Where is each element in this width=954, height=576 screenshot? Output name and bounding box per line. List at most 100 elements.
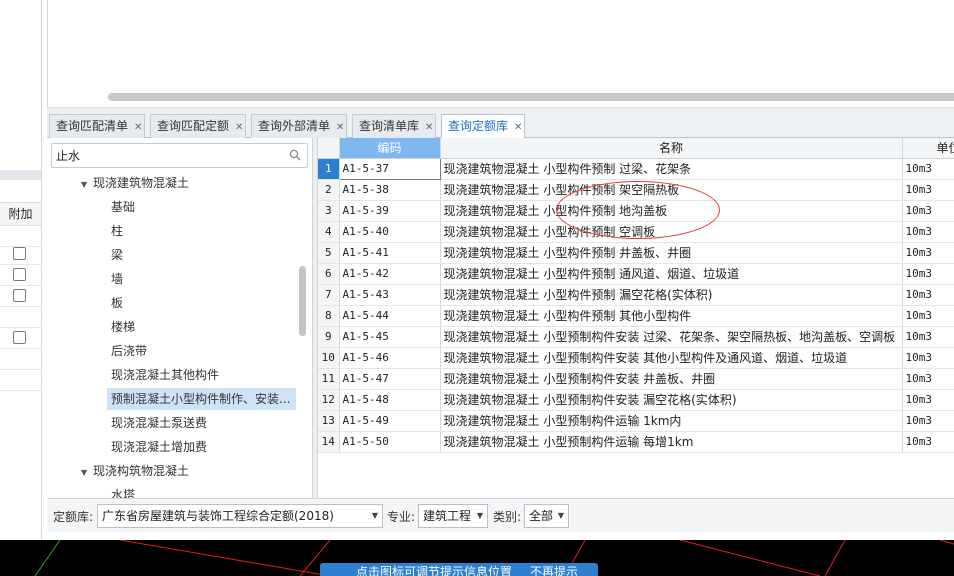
unit-column-header[interactable]: 单位 (902, 138, 954, 159)
tree-node[interactable]: 现浇混凝土增加费 (111, 436, 207, 458)
table-row[interactable]: 10 A1-5-46 现浇建筑物混凝土 小型预制构件安装 其他小型构件及通风道、烟道… (318, 347, 954, 369)
tree-node-selected[interactable]: 预制混凝土小型构件制作、安装... (107, 388, 297, 410)
table-row[interactable]: 9 A1-5-45 现浇建筑物混凝土 小型预制构件安装 过梁、花架条、架空隔热板、地… (318, 326, 954, 348)
code-cell[interactable]: A1-5-44 (339, 305, 441, 327)
name-cell[interactable]: 现浇建筑物混凝土 小型预制构件安装 过梁、花架条、架空隔热板、地沟盖板、空调板 (440, 326, 903, 348)
close-icon[interactable]: ✕ (425, 117, 433, 139)
unit-cell[interactable]: 10m3 (902, 347, 954, 369)
category-select[interactable]: 全部 ▼ (524, 504, 569, 528)
quota-library-select[interactable]: 广东省房屋建筑与装饰工程综合定额(2018) ▼ (97, 504, 383, 528)
expand-arrow-icon[interactable]: ▼ (81, 462, 93, 484)
code-cell[interactable]: A1-5-37 (338, 157, 441, 180)
horizontal-scrollbar[interactable] (108, 93, 954, 101)
major-select[interactable]: 建筑工程 ▼ (418, 504, 488, 528)
unit-cell[interactable]: 10m3 (902, 263, 954, 285)
tree-node[interactable]: 水塔 (111, 484, 135, 498)
row-number[interactable]: 13 (318, 410, 340, 432)
table-row[interactable]: 2 A1-5-38 现浇建筑物混凝土 小型构件预制 架空隔热板 10m3 (318, 179, 954, 201)
row-number[interactable]: 9 (318, 326, 340, 348)
table-row[interactable]: 3 A1-5-39 现浇建筑物混凝土 小型构件预制 地沟盖板 10m3 (318, 200, 954, 222)
drawing-canvas[interactable]: 点击图标可调节提示信息位置 不再提示 (0, 540, 954, 576)
code-cell[interactable]: A1-5-50 (339, 431, 441, 453)
row-checkbox[interactable] (13, 289, 26, 302)
table-row[interactable]: 5 A1-5-41 现浇建筑物混凝土 小型构件预制 井盖板、井圈 10m3 (318, 242, 954, 264)
tab-match-list[interactable]: 查询匹配清单 ✕ (49, 114, 145, 138)
name-cell[interactable]: 现浇建筑物混凝土 小型预制构件安装 其他小型构件及通风道、烟道、垃圾道 (440, 347, 903, 369)
name-cell[interactable]: 现浇建筑物混凝土 小型构件预制 井盖板、井圈 (440, 242, 903, 264)
unit-cell[interactable]: 10m3 (902, 431, 954, 453)
close-icon[interactable]: ✕ (134, 117, 142, 139)
tree-node[interactable]: 梁 (111, 244, 123, 266)
name-column-header[interactable]: 名称 (440, 138, 903, 159)
tree-scrollbar[interactable] (299, 266, 306, 336)
tab-external-list[interactable]: 查询外部清单 ✕ (251, 114, 347, 138)
name-cell[interactable]: 现浇建筑物混凝土 小型构件预制 架空隔热板 (440, 179, 903, 201)
row-checkbox[interactable] (13, 247, 26, 260)
name-cell[interactable]: 现浇建筑物混凝土 小型预制构件运输 每增1km (440, 431, 903, 453)
unit-cell[interactable]: 10m3 (902, 368, 954, 390)
dismiss-tip-link[interactable]: 不再提示 (530, 563, 578, 576)
tree-node[interactable]: 现浇混凝土其他构件 (111, 364, 219, 386)
name-cell[interactable]: 现浇建筑物混凝土 小型构件预制 地沟盖板 (440, 200, 903, 222)
tree-node[interactable]: 现浇混凝土泵送费 (111, 412, 207, 434)
unit-cell[interactable]: 10m3 (902, 242, 954, 264)
close-icon[interactable]: ✕ (514, 117, 522, 139)
unit-cell[interactable]: 10m3 (902, 410, 954, 432)
code-cell[interactable]: A1-5-43 (339, 284, 441, 306)
tab-quota-library[interactable]: 查询定额库 ✕ (441, 114, 525, 139)
close-icon[interactable]: ✕ (235, 117, 243, 139)
close-icon[interactable]: ✕ (336, 117, 344, 139)
name-cell[interactable]: 现浇建筑物混凝土 小型构件预制 其他小型构件 (440, 305, 903, 327)
name-cell[interactable]: 现浇建筑物混凝土 小型构件预制 空调板 (440, 221, 903, 243)
row-number[interactable]: 10 (318, 347, 340, 369)
row-checkbox[interactable] (13, 331, 26, 344)
expand-arrow-icon[interactable]: ▼ (81, 174, 93, 196)
code-cell[interactable]: A1-5-47 (339, 368, 441, 390)
tree-node[interactable]: ▼ 现浇构筑物混凝土 (81, 460, 189, 482)
tree-node[interactable]: 楼梯 (111, 316, 135, 338)
name-cell[interactable]: 现浇建筑物混凝土 小型预制构件运输 1km内 (440, 410, 903, 432)
code-cell[interactable]: A1-5-46 (339, 347, 441, 369)
tab-list-library[interactable]: 查询清单库 ✕ (352, 114, 436, 138)
name-cell[interactable]: 现浇建筑物混凝土 小型构件预制 通风道、烟道、垃圾道 (440, 263, 903, 285)
row-number[interactable]: 6 (318, 263, 340, 285)
table-row[interactable]: 1 A1-5-37 现浇建筑物混凝土 小型构件预制 过梁、花架条 10m3 (318, 157, 954, 180)
table-row[interactable]: 14 A1-5-50 现浇建筑物混凝土 小型预制构件运输 每增1km 10m3 (318, 431, 954, 453)
table-row[interactable]: 4 A1-5-40 现浇建筑物混凝土 小型构件预制 空调板 10m3 (318, 221, 954, 243)
code-cell[interactable]: A1-5-39 (339, 200, 441, 222)
tree-node[interactable]: 柱 (111, 220, 123, 242)
unit-cell[interactable]: 10m3 (902, 221, 954, 243)
tree-node[interactable]: 板 (111, 292, 123, 314)
unit-cell[interactable]: 10m3 (902, 200, 954, 222)
code-cell[interactable]: A1-5-41 (339, 242, 441, 264)
info-tip[interactable]: 点击图标可调节提示信息位置 不再提示 (320, 563, 598, 576)
name-cell[interactable]: 现浇建筑物混凝土 小型构件预制 过梁、花架条 (440, 158, 903, 180)
tab-match-quota[interactable]: 查询匹配定额 ✕ (150, 114, 246, 138)
name-cell[interactable]: 现浇建筑物混凝土 小型预制构件安装 漏空花格(实体积) (440, 389, 903, 411)
unit-cell[interactable]: 10m3 (902, 179, 954, 201)
unit-cell[interactable]: 10m3 (902, 284, 954, 306)
code-cell[interactable]: A1-5-38 (339, 179, 441, 201)
tree-node[interactable]: 墙 (111, 268, 123, 290)
row-number[interactable]: 1 (318, 158, 340, 180)
code-cell[interactable]: A1-5-48 (339, 389, 441, 411)
name-cell[interactable]: 现浇建筑物混凝土 小型构件预制 漏空花格(实体积) (440, 284, 903, 306)
row-number[interactable]: 14 (318, 431, 340, 453)
unit-cell[interactable]: 10m3 (902, 305, 954, 327)
unit-cell[interactable]: 10m3 (902, 326, 954, 348)
table-row[interactable]: 13 A1-5-49 现浇建筑物混凝土 小型预制构件运输 1km内 10m3 (318, 410, 954, 432)
table-row[interactable]: 8 A1-5-44 现浇建筑物混凝土 小型构件预制 其他小型构件 10m3 (318, 305, 954, 327)
row-number[interactable]: 8 (318, 305, 340, 327)
search-input[interactable] (52, 144, 282, 167)
row-number[interactable]: 3 (318, 200, 340, 222)
row-number[interactable]: 12 (318, 389, 340, 411)
table-row[interactable]: 11 A1-5-47 现浇建筑物混凝土 小型预制构件安装 井盖板、井圈 10m3 (318, 368, 954, 390)
table-row[interactable]: 6 A1-5-42 现浇建筑物混凝土 小型构件预制 通风道、烟道、垃圾道 10m3 (318, 263, 954, 285)
code-cell[interactable]: A1-5-49 (339, 410, 441, 432)
name-cell[interactable]: 现浇建筑物混凝土 小型预制构件安装 井盖板、井圈 (440, 368, 903, 390)
row-checkbox[interactable] (13, 268, 26, 281)
table-row[interactable]: 12 A1-5-48 现浇建筑物混凝土 小型预制构件安装 漏空花格(实体积) 10m3 (318, 389, 954, 411)
code-cell[interactable]: A1-5-42 (339, 263, 441, 285)
tree-node[interactable]: 基础 (111, 196, 135, 218)
tree-node[interactable]: ▼ 现浇建筑物混凝土 (81, 172, 189, 194)
